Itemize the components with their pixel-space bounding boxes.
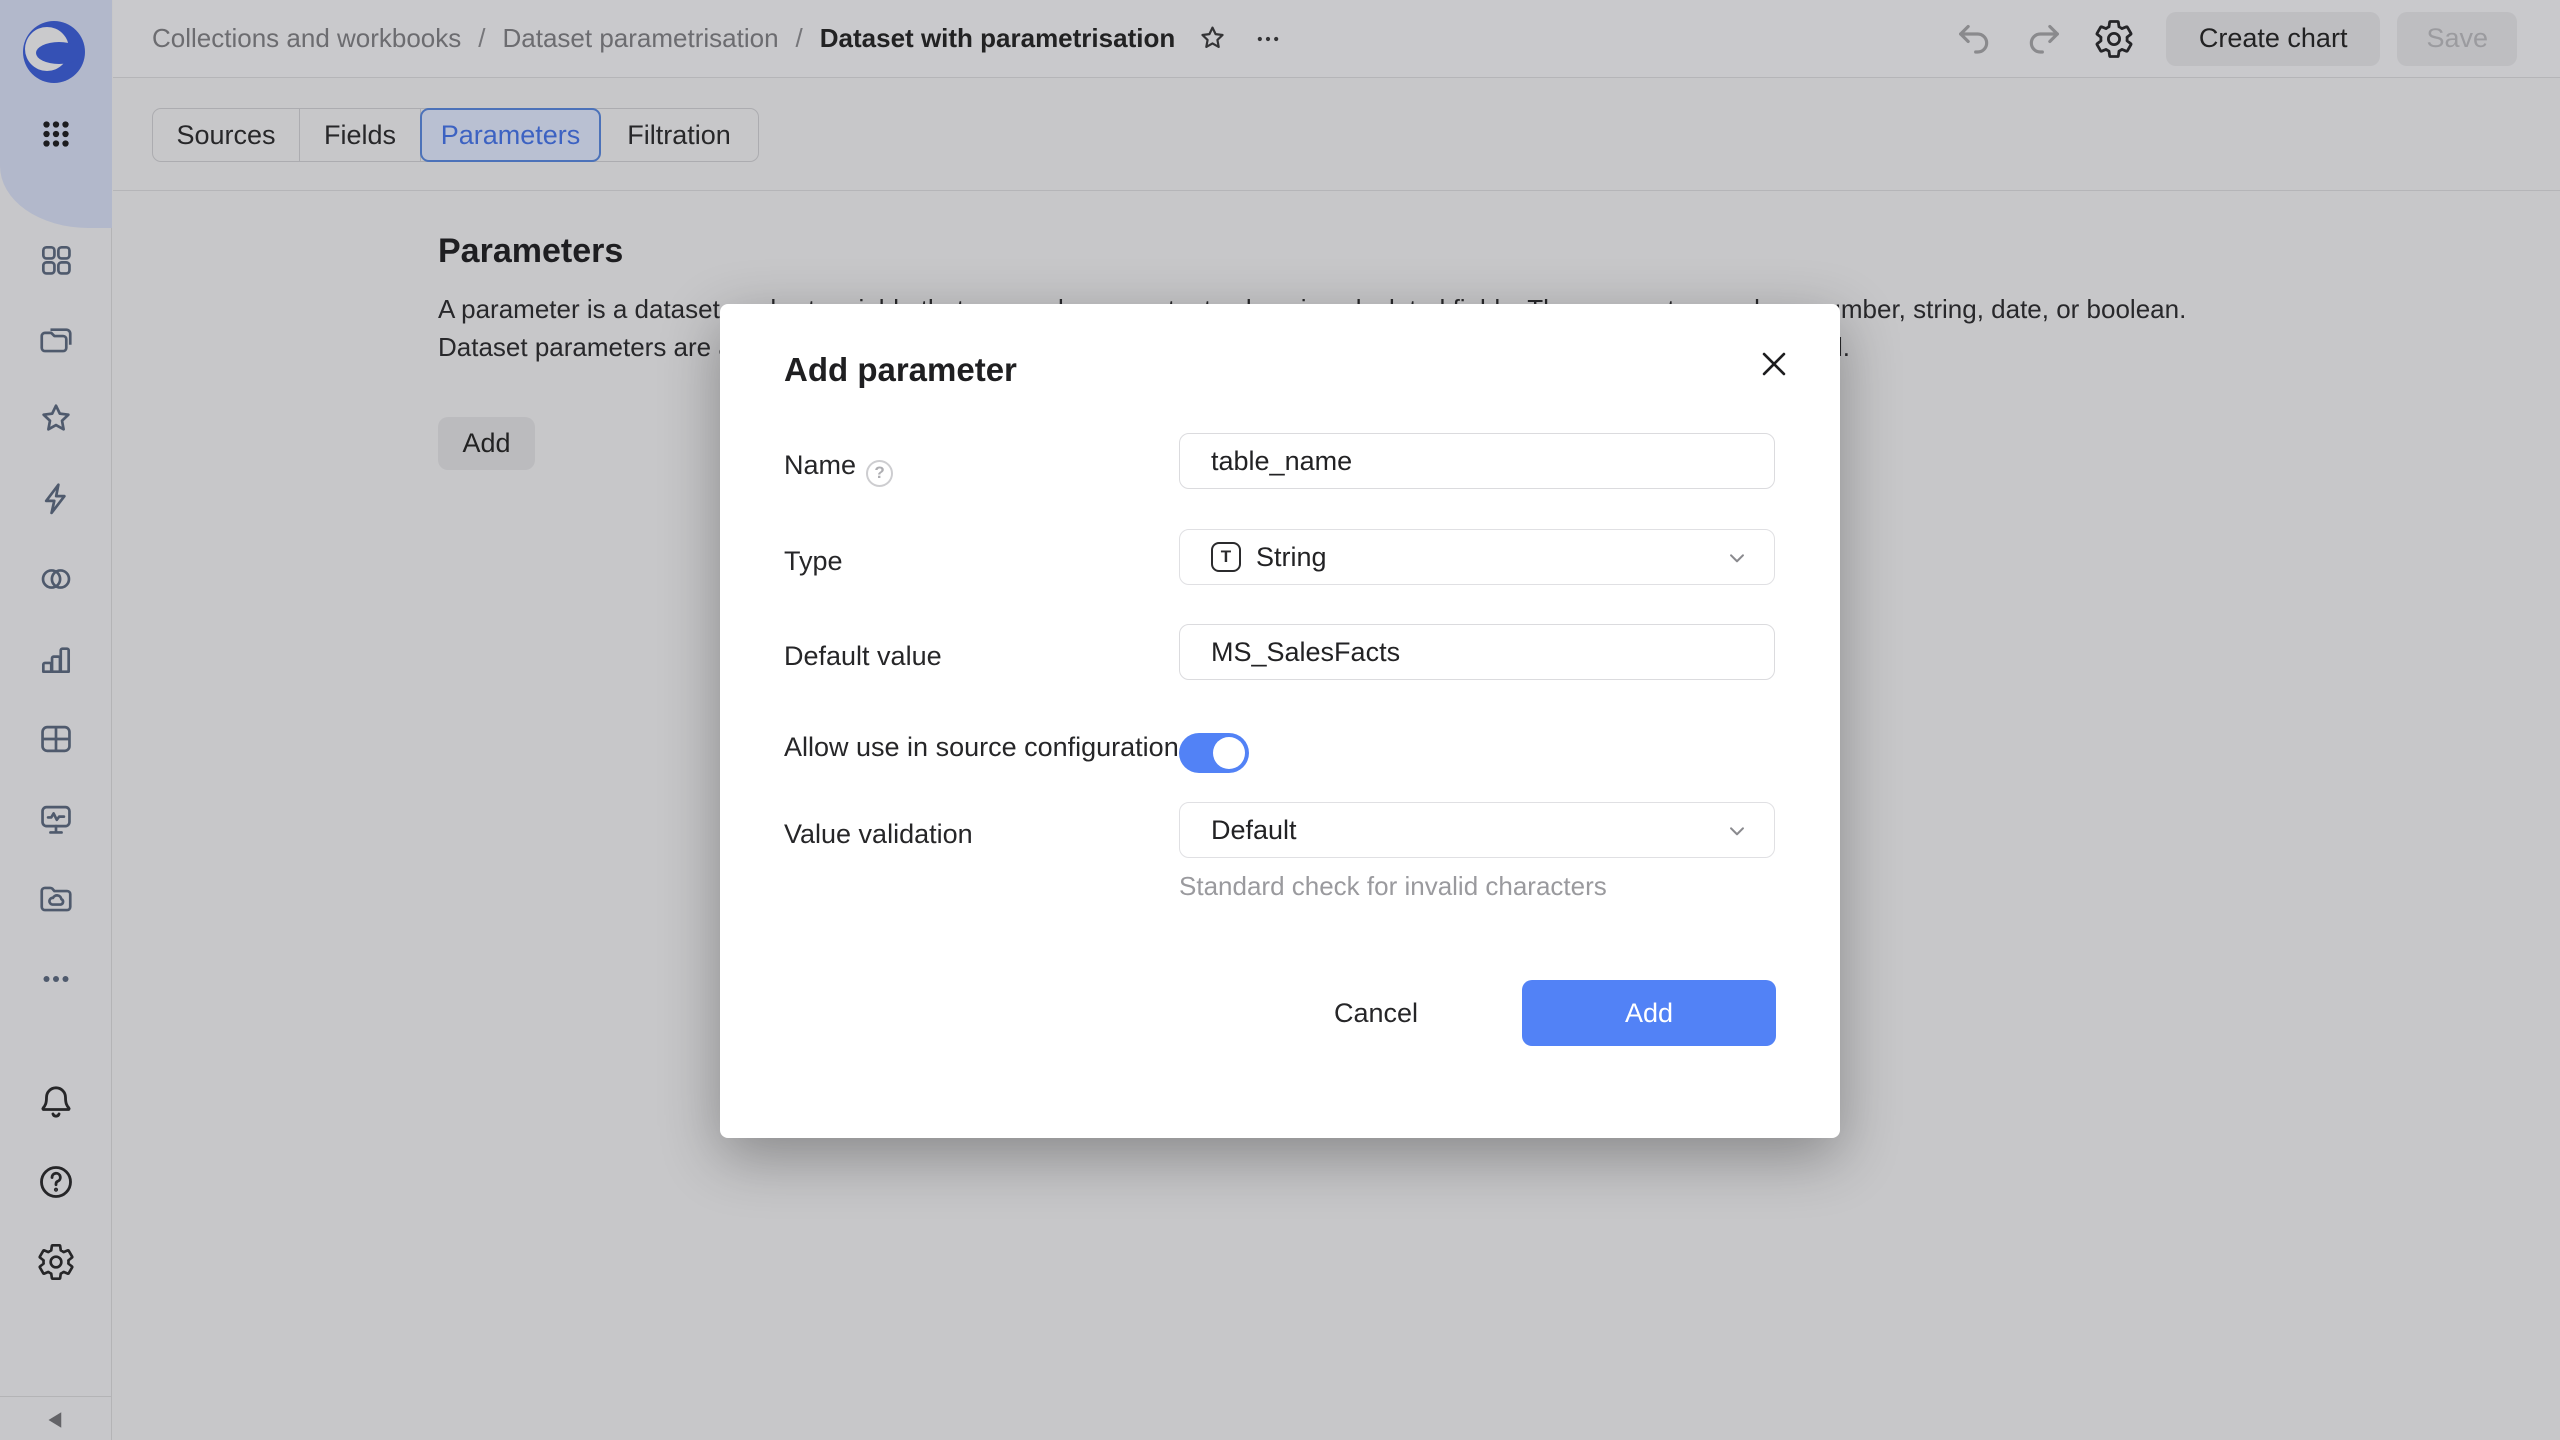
- add-parameter-modal: Add parameter Name? Type T String: [720, 304, 1840, 1138]
- allow-use-toggle[interactable]: [1179, 733, 1249, 773]
- toggle-knob: [1213, 737, 1245, 769]
- validation-row: Value validation Default Standard check …: [784, 802, 1776, 902]
- default-value-label: Default value: [784, 624, 1179, 675]
- allow-use-label: Allow use in source configuration: [784, 728, 1179, 766]
- default-value-row: Default value: [784, 624, 1776, 680]
- allow-use-row: Allow use in source configuration: [784, 728, 1776, 773]
- cancel-button[interactable]: Cancel: [1300, 980, 1452, 1046]
- help-icon[interactable]: ?: [866, 460, 893, 487]
- validation-select-value: Default: [1211, 815, 1297, 846]
- type-select[interactable]: T String: [1179, 529, 1775, 585]
- chevron-down-icon: [1724, 818, 1750, 844]
- type-label: Type: [784, 529, 1179, 580]
- default-value-input[interactable]: [1179, 624, 1775, 680]
- type-select-value: String: [1256, 542, 1327, 573]
- close-icon[interactable]: [1754, 344, 1794, 384]
- modal-add-button[interactable]: Add: [1522, 980, 1776, 1046]
- app-window: Collections and workbooks / Dataset para…: [0, 0, 2560, 1440]
- validation-helper-text: Standard check for invalid characters: [1179, 871, 1775, 902]
- modal-title: Add parameter: [784, 351, 1776, 389]
- validation-select[interactable]: Default: [1179, 802, 1775, 858]
- name-label: Name?: [784, 433, 1179, 487]
- string-type-icon: T: [1211, 542, 1241, 572]
- type-row: Type T String: [784, 529, 1776, 585]
- validation-label: Value validation: [784, 802, 1179, 853]
- name-input[interactable]: [1179, 433, 1775, 489]
- chevron-down-icon: [1724, 545, 1750, 571]
- name-row: Name?: [784, 433, 1776, 489]
- modal-actions: Cancel Add: [784, 980, 1776, 1046]
